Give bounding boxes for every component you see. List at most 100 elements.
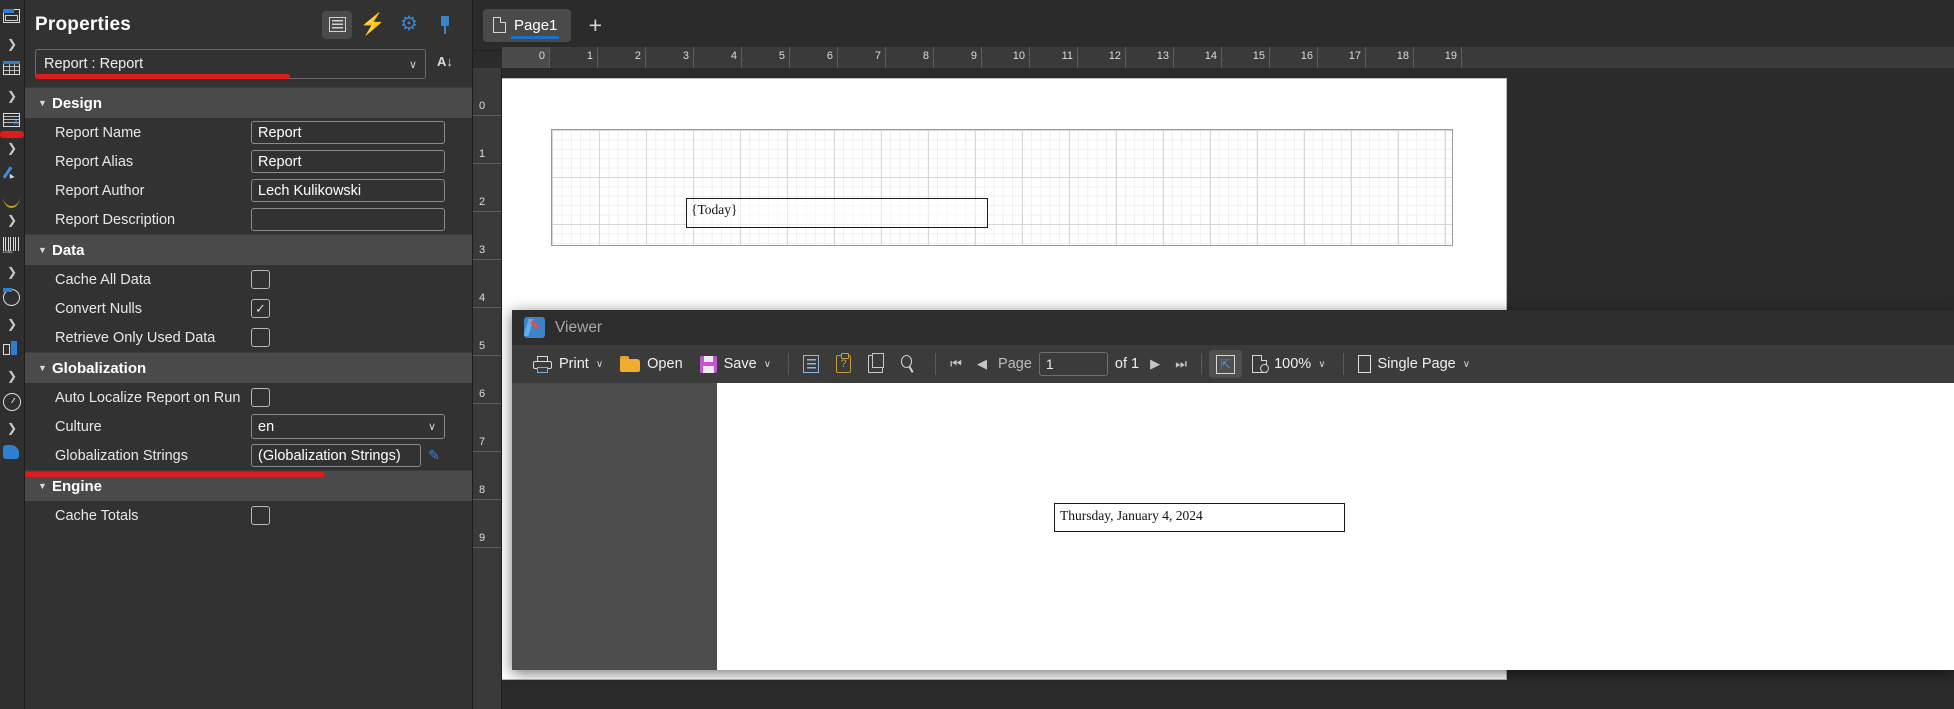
property-text-input[interactable]: Report — [251, 121, 445, 144]
sort-az-icon: A↓ — [437, 54, 453, 69]
zoom-button[interactable]: 100% ∨ — [1245, 350, 1332, 378]
ruler-tick-label: 9 — [970, 50, 977, 62]
toolbox-item-curve[interactable] — [0, 191, 24, 211]
prev-page-button[interactable]: ◀ — [969, 351, 995, 377]
save-button[interactable]: Save ∨ — [693, 350, 778, 378]
toolbox-expand-chevron-icon[interactable]: ❯ — [0, 87, 24, 104]
events-button[interactable]: ⚡ — [358, 11, 388, 39]
categorized-view-button[interactable] — [322, 10, 352, 39]
open-button[interactable]: Open — [613, 350, 689, 378]
property-checkbox[interactable] — [251, 506, 270, 525]
toolbox-item-table[interactable] — [0, 52, 24, 87]
rich-text-icon — [2, 113, 22, 130]
add-page-button[interactable]: + — [581, 11, 609, 39]
property-value — [251, 328, 472, 347]
settings-button[interactable]: ⚙ — [394, 11, 424, 39]
viewer-titlebar[interactable]: Viewer — [512, 310, 1954, 345]
next-page-button[interactable]: ▶ — [1142, 351, 1168, 377]
toolbox-item-chart[interactable] — [0, 332, 24, 367]
ruler-tick: 9 — [934, 47, 982, 68]
chevron-down-icon: ∨ — [1462, 358, 1471, 370]
viewer-page-canvas[interactable]: Thursday, January 4, 2024 — [717, 383, 1954, 670]
zoom-value: 100% — [1274, 356, 1312, 372]
properties-section-design[interactable]: ▼ Design — [25, 87, 472, 118]
properties-section-globalization[interactable]: ▼ Globalization — [25, 352, 472, 383]
toolbar-divider — [1342, 353, 1344, 375]
property-select[interactable]: en ∨ — [251, 414, 445, 439]
toolbox-expand-chevron-icon[interactable]: ❯ — [0, 35, 24, 52]
ruler-tick: 19 — [1414, 47, 1462, 68]
page-number-input[interactable]: 1 — [1038, 352, 1108, 376]
report-band[interactable]: {Today} — [551, 129, 1453, 246]
ruler-tick: 0 — [473, 68, 501, 116]
horizontal-ruler[interactable]: 0 1 2 3 4 5 6 7 8 9 10 11 12 13 14 15 16 17 18 19 — [502, 47, 1954, 69]
toolbox-item-panel[interactable] — [0, 0, 24, 35]
page-title: Properties — [35, 13, 131, 35]
toolbox-item-gauge[interactable] — [0, 384, 24, 419]
property-value — [251, 270, 472, 289]
fit-page-button[interactable]: ⇱ — [1209, 350, 1243, 378]
property-text-input[interactable]: (Globalization Strings) — [251, 444, 421, 467]
property-text-input[interactable]: Lech Kulikowski — [251, 179, 445, 202]
property-label: Auto Localize Report on Run — [55, 389, 241, 406]
property-label: Report Name — [55, 124, 142, 141]
viewer-toolbar: Print ∨ Open Save ∨ ? ⏮ ◀ Page 1 of 1 ▶ … — [512, 345, 1954, 384]
floppy-disk-icon — [699, 355, 717, 373]
ruler-tick-label: 1 — [479, 148, 486, 160]
toolbox-item-map[interactable] — [0, 436, 24, 471]
properties-section-data[interactable]: ▼ Data — [25, 234, 472, 265]
toolbox-item-barcode[interactable] — [0, 228, 24, 263]
property-checkbox[interactable] — [251, 388, 270, 407]
property-checkbox[interactable]: ✓ — [251, 299, 270, 318]
pin-button[interactable] — [430, 11, 460, 39]
report-designer-window: ❯ ❯ ❯ ❯ ❯ ❯ ❯ ❯ — [0, 0, 1954, 709]
edit-pencil-icon[interactable]: ✎ — [423, 444, 445, 467]
vertical-ruler[interactable]: 0 1 2 3 4 5 6 7 8 9 — [473, 68, 502, 709]
page-label: Page — [998, 356, 1032, 372]
toolbox-expand-chevron-icon[interactable]: ❯ — [0, 315, 24, 332]
fit-page-icon: ⇱ — [1216, 354, 1236, 374]
chevron-down-icon: ▼ — [38, 481, 47, 491]
ruler-tick: 14 — [1174, 47, 1222, 68]
property-label: Report Author — [55, 182, 145, 199]
property-text-input[interactable] — [251, 208, 445, 231]
tab-page1[interactable]: Page1 — [483, 8, 572, 42]
property-checkbox[interactable] — [251, 328, 270, 347]
toolbox-expand-chevron-icon[interactable]: ❯ — [0, 419, 24, 436]
today-textbox[interactable]: {Today} — [686, 198, 988, 228]
find-button[interactable] — [893, 350, 925, 378]
next-page-icon: ▶ — [1150, 356, 1161, 371]
toolbox-expand-chevron-icon[interactable]: ❯ — [0, 367, 24, 384]
property-value: en ∨ — [251, 414, 472, 439]
toolbox-item-ellipse[interactable] — [0, 280, 24, 315]
ruler-tick-label: 10 — [1012, 50, 1025, 62]
ruler-tick-label: 7 — [874, 50, 881, 62]
parameters-button[interactable]: ? — [829, 350, 858, 378]
toolbar-divider — [1201, 353, 1203, 375]
pin-icon — [437, 15, 453, 34]
print-label: Print — [559, 356, 589, 372]
toolbox-item-rich-text[interactable] — [0, 104, 24, 139]
page-setup-button[interactable] — [861, 350, 890, 378]
first-page-button[interactable]: ⏮ — [943, 351, 969, 377]
ruler-tick: 2 — [473, 164, 501, 212]
chevron-down-icon: ∨ — [427, 421, 436, 433]
toolbox-expand-chevron-icon[interactable]: ❯ — [0, 263, 24, 280]
toolbox-item-shape[interactable] — [0, 156, 24, 191]
print-button[interactable]: Print ∨ — [526, 350, 610, 378]
last-page-button[interactable]: ⏭ — [1168, 351, 1194, 377]
bookmarks-button[interactable] — [796, 350, 826, 378]
toolbox-expand-chevron-icon[interactable]: ❯ — [0, 139, 24, 156]
save-label: Save — [723, 356, 757, 372]
toolbox-expand-chevron-icon[interactable]: ❯ — [0, 211, 24, 228]
ruler-tick-label: 2 — [634, 50, 641, 62]
ruler-tick: 5 — [473, 308, 501, 356]
property-text-input[interactable]: Report — [251, 150, 445, 173]
ruler-tick: 6 — [790, 47, 838, 68]
property-label: Globalization Strings — [55, 447, 188, 464]
view-mode-button[interactable]: Single Page ∨ — [1351, 350, 1478, 378]
property-checkbox[interactable] — [251, 270, 270, 289]
ruler-tick: 8 — [886, 47, 934, 68]
toolbar-divider — [788, 353, 790, 375]
sort-alphabetically-button[interactable]: A↓ — [434, 50, 462, 78]
